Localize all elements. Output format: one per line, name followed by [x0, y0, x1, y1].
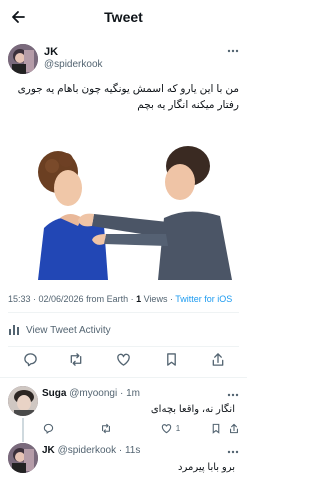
- tweet-image[interactable]: [8, 130, 239, 280]
- author-name[interactable]: JK: [44, 46, 58, 58]
- bookmark-icon[interactable]: [210, 422, 222, 434]
- like-icon[interactable]: [114, 350, 132, 368]
- divider: [8, 312, 239, 313]
- client-link[interactable]: Twitter for iOS: [175, 294, 232, 304]
- reply-action-bar: 1: [38, 422, 238, 436]
- tweet-text: من با این یارو که اسمش یونگیه چون باهام …: [17, 83, 239, 111]
- reply-time: · 1m: [117, 388, 140, 399]
- share-icon[interactable]: [228, 422, 240, 434]
- top-bar: Tweet: [0, 0, 247, 34]
- reply-author[interactable]: Suga @myoongi · 1m: [42, 388, 140, 399]
- reply-text: انگار نه، واقعا بچه‌ای: [150, 404, 235, 415]
- action-bar: [0, 350, 247, 372]
- activity-icon: [8, 323, 26, 338]
- reply-icon[interactable]: [42, 422, 54, 434]
- views-label: Views ·: [141, 294, 176, 304]
- divider: [0, 377, 247, 378]
- reply-handle: @myoongi: [69, 388, 118, 399]
- bookmark-icon[interactable]: [162, 350, 180, 368]
- author-handle[interactable]: @spiderkook: [44, 59, 103, 70]
- share-icon[interactable]: [209, 350, 227, 368]
- retweet-icon[interactable]: [100, 422, 112, 434]
- more-icon[interactable]: [227, 44, 239, 56]
- tweet-metadata: 15:33 · 02/06/2026 from Earth · 1 Views …: [8, 294, 232, 304]
- activity-label: View Tweet Activity: [26, 324, 111, 336]
- tweet-time: 15:33 · 02/06/2026 from Earth ·: [8, 294, 137, 304]
- reply-handle: @spiderkook: [57, 445, 117, 456]
- page-title: Tweet: [104, 9, 143, 25]
- reply-icon[interactable]: [21, 350, 39, 368]
- reply-name: JK: [42, 445, 55, 456]
- view-activity-link[interactable]: View Tweet Activity: [8, 320, 111, 340]
- reply-author[interactable]: JK @spiderkook · 11s: [42, 445, 140, 456]
- like-count: 1: [175, 423, 181, 433]
- thread-line: [22, 418, 24, 442]
- more-icon[interactable]: [227, 445, 239, 457]
- retweet-icon[interactable]: [67, 350, 85, 368]
- avatar[interactable]: [8, 386, 38, 416]
- avatar[interactable]: [8, 443, 38, 473]
- like-icon[interactable]: [160, 422, 172, 434]
- reply-name: Suga: [42, 388, 67, 399]
- reply-time: · 11s: [116, 445, 141, 456]
- avatar[interactable]: [8, 44, 38, 74]
- reply-text: برو بابا پیرمرد: [178, 462, 235, 473]
- more-icon[interactable]: [227, 388, 239, 400]
- divider: [8, 346, 239, 347]
